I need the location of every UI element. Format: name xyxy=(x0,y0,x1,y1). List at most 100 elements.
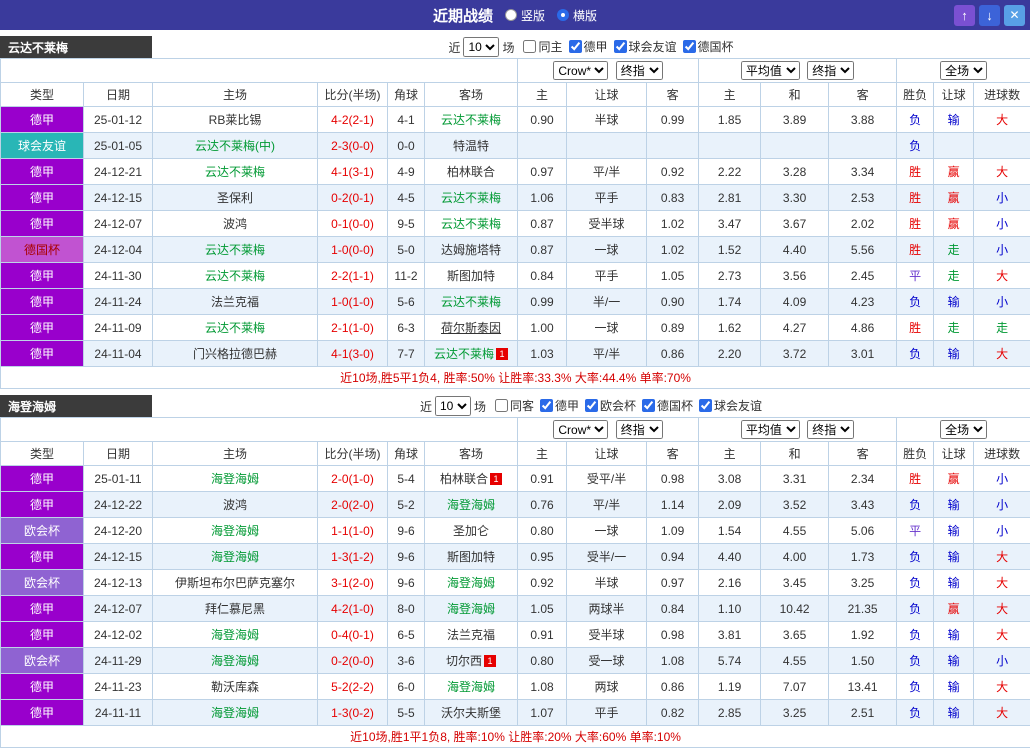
home-team-link[interactable]: 波鸿 xyxy=(223,498,247,512)
home-team-link[interactable]: 云达不莱梅 xyxy=(205,165,265,179)
home-team-link[interactable]: 法兰克福 xyxy=(211,295,259,309)
home-team-cell: 勒沃库森 xyxy=(153,674,318,700)
away-team-link[interactable]: 特温特 xyxy=(453,139,489,153)
filter-option[interactable]: 同客 xyxy=(495,397,534,414)
filter-checkbox[interactable] xyxy=(683,40,696,53)
home-team-link[interactable]: 云达不莱梅 xyxy=(205,321,265,335)
league-badge: 德甲 xyxy=(1,596,84,622)
home-team-link[interactable]: 拜仁慕尼黑 xyxy=(205,602,265,616)
close-button[interactable]: ✕ xyxy=(1004,5,1025,26)
handicap-outcome: 走 xyxy=(934,263,974,289)
away-team-link[interactable]: 法兰克福 xyxy=(447,628,495,642)
filter-checkbox[interactable] xyxy=(523,40,536,53)
result-outcome: 平 xyxy=(897,518,934,544)
odds-value: 0.91 xyxy=(518,622,567,648)
home-team-link[interactable]: 海登海姆 xyxy=(211,524,259,538)
handicap-outcome: 输 xyxy=(934,570,974,596)
radio-icon[interactable] xyxy=(505,9,517,21)
match-row: 德甲24-12-15圣保利0-2(0-1)4-5云达不莱梅1.06平手0.832… xyxy=(1,185,1030,211)
recent-count-select[interactable]: 10 xyxy=(435,396,471,416)
home-team-link[interactable]: 云达不莱梅 xyxy=(205,269,265,283)
odds-value: 3.67 xyxy=(761,211,829,237)
home-team-cell: 海登海姆 xyxy=(153,544,318,570)
filter-option[interactable]: 球会友谊 xyxy=(699,397,762,414)
window-buttons: ↑ ↓ ✕ xyxy=(954,5,1025,26)
corner-score: 9-5 xyxy=(388,211,425,237)
away-team-link[interactable]: 斯图加特 xyxy=(447,269,495,283)
scope-select[interactable]: 全场 xyxy=(940,420,987,439)
asia-odds-type-select[interactable]: 终指 xyxy=(616,61,663,80)
filter-option[interactable]: 德甲 xyxy=(569,38,608,55)
corner-score: 9-6 xyxy=(388,518,425,544)
goals-outcome: 小 xyxy=(974,185,1030,211)
away-team-link[interactable]: 斯图加特 xyxy=(447,550,495,564)
layout-radio-horizontal[interactable]: 横版 xyxy=(557,7,597,24)
filter-checkbox[interactable] xyxy=(614,40,627,53)
away-team-link[interactable]: 云达不莱梅 xyxy=(441,113,501,127)
away-team-link[interactable]: 海登海姆 xyxy=(447,576,495,590)
scope-select[interactable]: 全场 xyxy=(940,61,987,80)
away-team-link[interactable]: 沃尔夫斯堡 xyxy=(441,706,501,720)
home-team-link[interactable]: 海登海姆 xyxy=(211,628,259,642)
move-up-button[interactable]: ↑ xyxy=(954,5,975,26)
asia-company-select[interactable]: Crow* xyxy=(553,420,608,439)
odds-value: 受半球 xyxy=(567,211,647,237)
home-team-link[interactable]: 波鸿 xyxy=(223,217,247,231)
home-team-link[interactable]: 伊斯坦布尔巴萨克塞尔 xyxy=(175,576,295,590)
filter-checkbox[interactable] xyxy=(642,399,655,412)
filter-option[interactable]: 同主 xyxy=(523,38,562,55)
away-team-link[interactable]: 海登海姆 xyxy=(447,498,495,512)
home-team-link[interactable]: 云达不莱梅 xyxy=(205,243,265,257)
filter-checkbox[interactable] xyxy=(699,399,712,412)
euro-odds-type-select[interactable]: 终指 xyxy=(807,61,854,80)
match-date: 24-11-30 xyxy=(84,263,153,289)
filter-option[interactable]: 德甲 xyxy=(540,397,579,414)
match-date: 24-12-20 xyxy=(84,518,153,544)
home-team-link[interactable]: 勒沃库森 xyxy=(211,680,259,694)
title-group: 近期战绩 竖版 横版 xyxy=(0,5,1030,26)
away-team-link[interactable]: 达姆施塔特 xyxy=(441,243,501,257)
column-header: 主场 xyxy=(153,83,318,107)
filter-option[interactable]: 德国杯 xyxy=(642,397,693,414)
away-team-link[interactable]: 荷尔斯泰因 xyxy=(441,321,501,335)
filter-checkbox[interactable] xyxy=(569,40,582,53)
away-team-link[interactable]: 柏林联合 xyxy=(447,165,495,179)
radio-checked-icon[interactable] xyxy=(557,9,569,21)
asia-company-select[interactable]: Crow* xyxy=(553,61,608,80)
home-team-link[interactable]: 海登海姆 xyxy=(211,550,259,564)
home-team-link[interactable]: 海登海姆 xyxy=(211,706,259,720)
filter-option[interactable]: 德国杯 xyxy=(683,38,734,55)
home-team-link[interactable]: 圣保利 xyxy=(217,191,253,205)
away-team-link[interactable]: 海登海姆 xyxy=(447,680,495,694)
away-team-link[interactable]: 海登海姆 xyxy=(447,602,495,616)
home-team-link[interactable]: RB莱比锡 xyxy=(209,113,262,127)
euro-company-select[interactable]: 平均值 xyxy=(741,420,800,439)
home-team-link[interactable]: 云达不莱梅(中) xyxy=(195,139,275,153)
home-team-link[interactable]: 海登海姆 xyxy=(211,654,259,668)
column-header: 客 xyxy=(647,83,699,107)
filter-option[interactable]: 欧会杯 xyxy=(585,397,636,414)
away-team-link[interactable]: 云达不莱梅 xyxy=(434,347,494,361)
away-team-link[interactable]: 云达不莱梅 xyxy=(441,295,501,309)
team-section: 海登海姆 近 10 场 同客德甲欧会杯德国杯球会友谊 Crow* 终指 xyxy=(0,395,1030,748)
league-badge: 德甲 xyxy=(1,263,84,289)
away-team-link[interactable]: 柏林联合 xyxy=(440,472,488,486)
filter-option[interactable]: 球会友谊 xyxy=(614,38,677,55)
filter-checkbox[interactable] xyxy=(585,399,598,412)
away-team-link[interactable]: 切尔西 xyxy=(446,654,482,668)
filter-checkbox[interactable] xyxy=(495,399,508,412)
away-team-link[interactable]: 云达不莱梅 xyxy=(441,217,501,231)
away-team-link[interactable]: 云达不莱梅 xyxy=(441,191,501,205)
home-team-link[interactable]: 海登海姆 xyxy=(211,472,259,486)
asia-odds-type-select[interactable]: 终指 xyxy=(616,420,663,439)
filter-checkbox[interactable] xyxy=(540,399,553,412)
score: 1-0(0-0) xyxy=(318,237,388,263)
recent-count-select[interactable]: 10 xyxy=(463,37,499,57)
corner-score: 5-2 xyxy=(388,492,425,518)
euro-odds-type-select[interactable]: 终指 xyxy=(807,420,854,439)
layout-radio-vertical[interactable]: 竖版 xyxy=(505,7,545,24)
move-down-button[interactable]: ↓ xyxy=(979,5,1000,26)
away-team-link[interactable]: 圣加仑 xyxy=(453,524,489,538)
euro-company-select[interactable]: 平均值 xyxy=(741,61,800,80)
home-team-link[interactable]: 门兴格拉德巴赫 xyxy=(193,347,277,361)
